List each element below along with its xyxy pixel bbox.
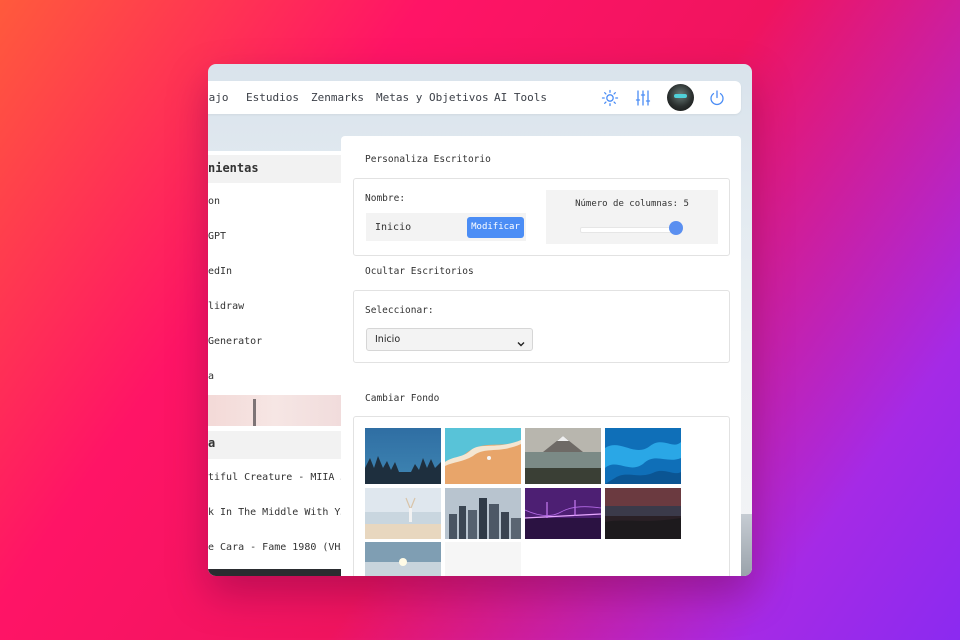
personaliza-title: Personaliza Escritorio xyxy=(365,154,491,165)
sun-icon[interactable] xyxy=(601,89,619,107)
avatar[interactable] xyxy=(667,84,694,111)
nav-item-trabajo[interactable]: bajo xyxy=(208,91,229,104)
sidebar-header-label: nientas xyxy=(208,161,259,175)
sidebar-banner-image xyxy=(208,395,341,426)
sidebar: nientas on GPT edIn lidraw Generator a a… xyxy=(208,151,341,576)
sliders-icon[interactable] xyxy=(634,89,652,107)
background-thumb-night-forest[interactable] xyxy=(365,428,441,484)
power-icon[interactable] xyxy=(708,89,726,107)
sidebar-header: nientas xyxy=(208,155,341,183)
top-navigation: bajo Estudios Zenmarks Metas y Objetivos… xyxy=(208,81,741,114)
columns-label: Número de columnas: 5 xyxy=(575,199,689,209)
select-value: Inicio xyxy=(375,334,401,345)
desktop-select[interactable]: Inicio xyxy=(366,328,533,351)
sidebar-item[interactable]: lidraw xyxy=(208,301,244,312)
background-thumb-city-skyline[interactable] xyxy=(445,488,521,539)
background-thumb-bridge-night[interactable] xyxy=(525,488,601,539)
sidebar-item[interactable]: GPT xyxy=(208,231,226,242)
background-thumb-dusk-lake[interactable] xyxy=(605,488,681,539)
sidebar-bottom-strip xyxy=(208,569,341,576)
sidebar-item[interactable]: on xyxy=(208,196,220,207)
nombre-label: Nombre: xyxy=(365,193,406,204)
nav-item-zenmarks[interactable]: Zenmarks xyxy=(311,91,364,104)
background-thumb-empty[interactable] xyxy=(445,542,521,576)
nav-item-estudios[interactable]: Estudios xyxy=(246,91,299,104)
chevron-down-icon xyxy=(516,334,526,347)
background-thumb-beach-person[interactable] xyxy=(365,488,441,539)
fondo-title: Cambiar Fondo xyxy=(365,393,440,404)
background-peek xyxy=(741,514,752,576)
sidebar-item[interactable]: Generator xyxy=(208,336,262,347)
track-item[interactable]: tiful Creature - MIIA … xyxy=(208,472,341,483)
sidebar-header-2-label: a xyxy=(208,436,216,450)
personaliza-card: Nombre: Inicio Modificar Número de colum… xyxy=(353,178,730,256)
ocultar-title: Ocultar Escritorios xyxy=(365,266,474,277)
columns-slider-thumb[interactable] xyxy=(669,221,683,235)
nombre-value[interactable]: Inicio xyxy=(375,222,411,233)
background-thumb-blue-water[interactable] xyxy=(605,428,681,484)
app-window: bajo Estudios Zenmarks Metas y Objetivos… xyxy=(208,64,752,576)
background-thumb-mountain-lake[interactable] xyxy=(525,428,601,484)
background-thumb-sunset-sea[interactable] xyxy=(365,542,441,576)
backgrounds-card xyxy=(353,416,730,576)
settings-panel: Personaliza Escritorio Nombre: Inicio Mo… xyxy=(341,136,741,576)
sidebar-item[interactable]: a xyxy=(208,371,214,382)
select-label: Seleccionar: xyxy=(365,305,434,316)
modify-button[interactable]: Modificar xyxy=(467,217,524,238)
ocultar-card: Seleccionar: Inicio xyxy=(353,290,730,363)
track-item[interactable]: e Cara - Fame 1980 (VH… xyxy=(208,542,341,553)
columns-control: Número de columnas: 5 xyxy=(546,190,718,244)
nav-item-ai-tools[interactable]: AI Tools xyxy=(494,91,547,104)
nav-item-metas-y-objetivos[interactable]: Metas y Objetivos xyxy=(376,91,489,104)
track-item[interactable]: k In The Middle With Y… xyxy=(208,507,341,518)
columns-slider-track[interactable] xyxy=(580,227,682,233)
sidebar-item[interactable]: edIn xyxy=(208,266,232,277)
background-thumb-beach-aerial[interactable] xyxy=(445,428,521,484)
sidebar-header-2: a xyxy=(208,431,341,459)
